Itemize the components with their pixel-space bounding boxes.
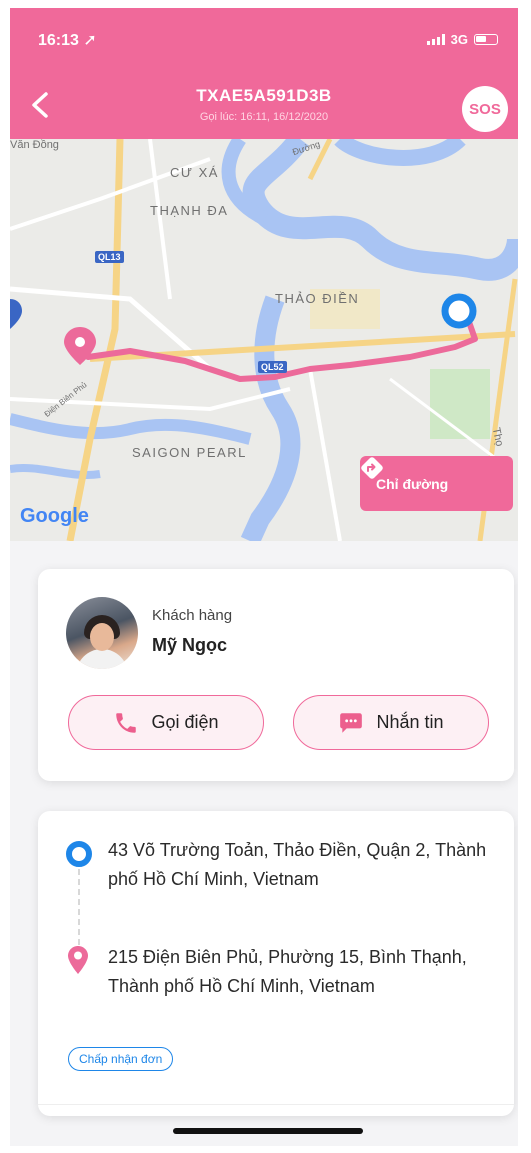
accept-order-button[interactable]: Chấp nhận đơn: [68, 1047, 174, 1071]
road-badge-ql52: QL52: [258, 361, 287, 373]
google-logo: Google: [20, 505, 89, 527]
home-indicator[interactable]: [173, 1128, 363, 1134]
sos-button[interactable]: SOS: [462, 86, 508, 132]
directions-button[interactable]: Chỉ đường: [360, 456, 513, 511]
header-bar: 16:13 ➚ 3G TXAE5A591D3B Gọi lúc: 16:11, …: [10, 8, 518, 139]
trip-card: 43 Võ Trường Toản, Thảo Điền, Quận 2, Th…: [38, 811, 514, 1116]
phone-icon: [116, 712, 137, 733]
location-arrow-icon: ➚: [83, 32, 97, 49]
map-label-saigon-pearl: SAIGON PEARL: [132, 445, 247, 460]
message-button[interactable]: Nhắn tin: [293, 695, 489, 750]
directions-label: Chỉ đường: [376, 475, 449, 492]
status-time: 16:13 ➚: [38, 32, 97, 49]
message-label: Nhắn tin: [376, 712, 444, 732]
battery-icon: [474, 34, 498, 45]
chat-icon: [340, 712, 363, 733]
network-type: 3G: [450, 32, 468, 47]
customer-card: Khách hàng Mỹ Ngọc Gọi điện Nhắn tin: [38, 569, 514, 781]
customer-label: Khách hàng: [152, 607, 233, 624]
customer-name: Mỹ Ngọc: [152, 635, 228, 655]
call-button[interactable]: Gọi điện: [68, 695, 264, 750]
directions-icon: [361, 457, 383, 479]
road-badge-ql13: QL13: [95, 251, 124, 263]
customer-avatar: [66, 597, 138, 669]
pickup-address: 43 Võ Trường Toản, Thảo Điền, Quận 2, Th…: [108, 840, 487, 889]
origin-dot-icon: [66, 841, 92, 867]
status-bar: 16:13 ➚ 3G: [38, 30, 498, 50]
call-time-subtitle: Gọi lúc: 16:11, 16/12/2020: [199, 111, 329, 123]
map-label-thanh-da: THẠNH ĐA: [150, 203, 229, 218]
app-screen: 16:13 ➚ 3G TXAE5A591D3B Gọi lúc: 16:11, …: [10, 8, 518, 1146]
map-street-van-dong: Văn Đồng: [10, 139, 59, 151]
signal-icon: [426, 34, 445, 45]
order-id-title: TXAE5A591D3B: [196, 86, 332, 105]
map-label-thao-dien: THẢO ĐIỀN: [275, 291, 360, 306]
status-right: 3G: [426, 32, 498, 47]
map-label-cu-xa: CƯ XÁ: [170, 165, 219, 180]
card-divider: [38, 1104, 514, 1105]
route-map[interactable]: CƯ XÁ THẠNH ĐA THẢO ĐIỀN SAIGON PEARL QL…: [10, 139, 518, 541]
dropoff-address: 215 Điện Biên Phủ, Phường 15, Bình Thạnh…: [108, 947, 467, 996]
call-label: Gọi điện: [151, 712, 219, 732]
route-connector: [78, 869, 80, 945]
destination-pin-icon: [68, 946, 88, 974]
